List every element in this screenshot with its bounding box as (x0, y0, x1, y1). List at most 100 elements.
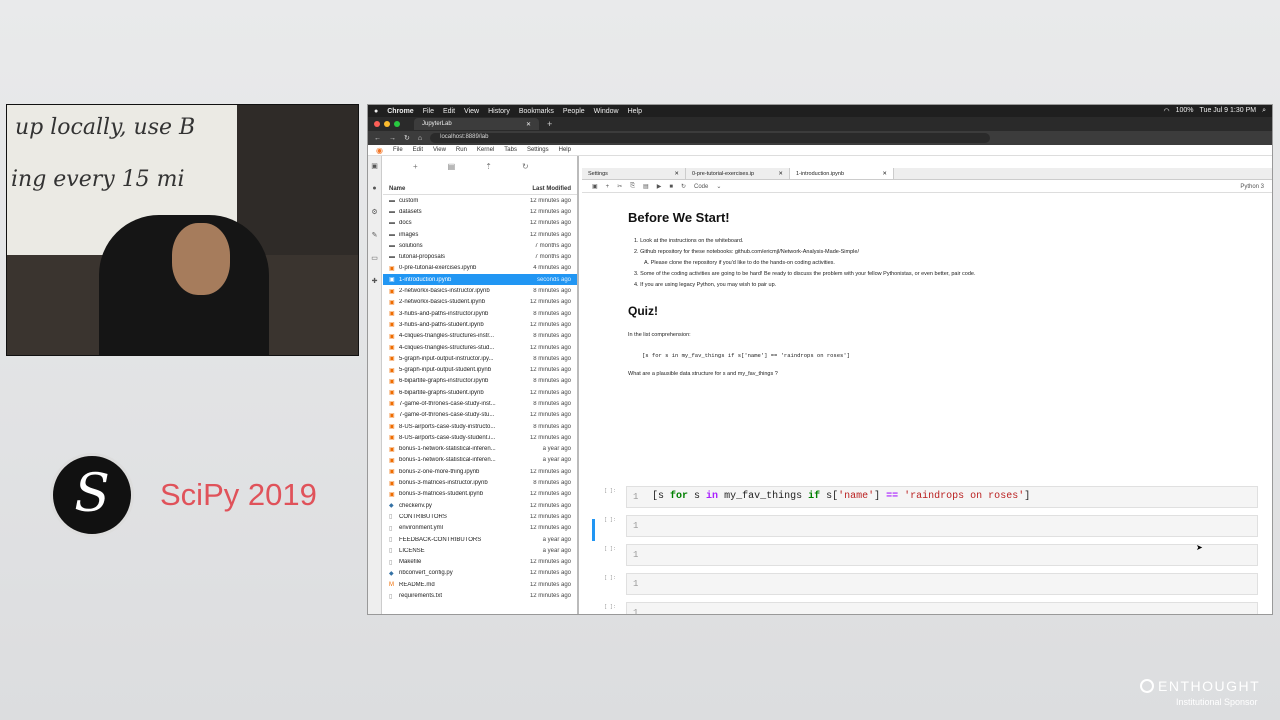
mac-menu-file[interactable]: File (423, 108, 434, 115)
running-icon[interactable]: ● (368, 179, 381, 202)
code-cell[interactable]: 1 (626, 544, 1258, 566)
run-icon[interactable]: ▶ (657, 183, 662, 190)
file-row[interactable]: ▣ bonus-3-matrices-student.ipynb 12 minute… (383, 489, 577, 500)
mac-menu-chrome[interactable]: Chrome (387, 108, 413, 115)
close-tab-icon[interactable]: ✕ (526, 121, 531, 128)
home-icon[interactable]: ⌂ (418, 135, 422, 142)
file-row[interactable]: ▣ 6-bipartite-graphs-instructor.ipynb 8 mi… (383, 376, 577, 387)
notebook-tab[interactable]: 0-pre-tutorial-exercises.ip ✕ (686, 168, 790, 179)
new-launcher-button[interactable]: + (413, 162, 418, 180)
file-row[interactable]: ▣ 5-graph-input-output-instructor.ipy... 8… (383, 353, 577, 364)
file-row[interactable]: M README.md 12 minutes ago (383, 579, 577, 590)
apple-icon[interactable]: ● (374, 108, 378, 115)
modified-column-header[interactable]: Last Modified (532, 186, 571, 194)
file-row[interactable]: ▬ custom 12 minutes ago (383, 195, 577, 206)
jupyter-menu-run[interactable]: Run (456, 147, 467, 153)
stop-icon[interactable]: ■ (669, 184, 673, 190)
new-tab-button[interactable]: + (547, 119, 552, 129)
clock[interactable]: Tue Jul 9 1:30 PM (1200, 107, 1257, 115)
file-row[interactable]: ▣ 7-game-of-thrones-case-study-stu... 12 m… (383, 410, 577, 421)
notebook-tab[interactable]: 1-introduction.ipynb ✕ (790, 168, 894, 179)
zoom-window-button[interactable] (394, 121, 400, 127)
file-row[interactable]: ▬ solutions 7 months ago (383, 240, 577, 251)
restart-icon[interactable]: ↻ (681, 183, 686, 190)
mac-menu-view[interactable]: View (464, 108, 479, 115)
file-row[interactable]: ◆ checkenv.py 12 minutes ago (383, 500, 577, 511)
reload-icon[interactable]: ↻ (404, 134, 410, 142)
file-row[interactable]: ▣ 7-game-of-thrones-case-study-inst... 8 m… (383, 398, 577, 409)
file-row[interactable]: ▯ requirements.txt 12 minutes ago (383, 590, 577, 601)
code-cell[interactable]: 1 (626, 602, 1258, 614)
file-row[interactable]: ▣ 0-pre-tutorial-exercises.ipynb 4 minutes… (383, 263, 577, 274)
extension-icon[interactable]: ✚ (368, 271, 381, 294)
file-row[interactable]: ▬ images 12 minutes ago (383, 229, 577, 240)
close-tab-icon[interactable]: ✕ (882, 171, 887, 177)
battery-level[interactable]: 100% (1176, 107, 1194, 115)
mac-menu-edit[interactable]: Edit (443, 108, 455, 115)
cut-icon[interactable]: ✂ (617, 183, 622, 190)
file-row[interactable]: ▯ Makefile 12 minutes ago (383, 557, 577, 568)
search-icon[interactable]: ⌕ (1262, 107, 1266, 115)
code-cell[interactable]: 1 (626, 573, 1258, 595)
url-input[interactable]: localhost:8889/lab (430, 133, 991, 143)
paste-icon[interactable]: ▤ (643, 183, 649, 190)
mac-menu-window[interactable]: Window (594, 108, 619, 115)
file-row[interactable]: ▣ 3-hubs-and-paths-student.ipynb 12 minute… (383, 319, 577, 330)
file-row[interactable]: ▣ 1-introduction.ipynb seconds ago (383, 274, 577, 286)
file-row[interactable]: ▣ 6-bipartite-graphs-student.ipynb 12 minu… (383, 387, 577, 398)
file-row[interactable]: ▯ environment.yml 12 minutes ago (383, 523, 577, 534)
jupyter-menu-tabs[interactable]: Tabs (504, 147, 517, 153)
code-cell[interactable]: 1 [s for s in my_fav_things if s['name'] … (626, 486, 1258, 508)
mac-menu-help[interactable]: Help (628, 108, 642, 115)
file-row[interactable]: ▣ 2-networkx-basics-instructor.ipynb 8 min… (383, 285, 577, 296)
file-row[interactable]: ▯ LICENSE a year ago (383, 545, 577, 556)
back-icon[interactable]: ← (374, 135, 381, 142)
mac-menu-bookmarks[interactable]: Bookmarks (519, 108, 554, 115)
new-folder-button[interactable]: ▤ (448, 162, 456, 180)
kernel-name[interactable]: Python 3 (1240, 184, 1264, 190)
jupyter-menu-edit[interactable]: Edit (413, 147, 423, 153)
mac-menu-history[interactable]: History (488, 108, 510, 115)
copy-icon[interactable]: ⎘ (630, 183, 635, 190)
insert-cell-icon[interactable]: + (606, 184, 610, 190)
upload-button[interactable]: ⇡ (485, 162, 492, 180)
file-row[interactable]: ▣ 4-cliques-triangles-structures-instr...… (383, 331, 577, 342)
file-row[interactable]: ▯ CONTRIBUTORS 12 minutes ago (383, 511, 577, 522)
close-tab-icon[interactable]: ✕ (778, 171, 783, 177)
minimize-window-button[interactable] (384, 121, 390, 127)
file-row[interactable]: ▣ bonus-1-network-statistical-inferen... a… (383, 444, 577, 455)
file-row[interactable]: ▣ bonus-3-matrices-instructor.ipynb 8 minu… (383, 477, 577, 488)
forward-icon[interactable]: → (389, 135, 396, 142)
close-tab-icon[interactable]: ✕ (674, 171, 679, 177)
close-window-button[interactable] (374, 121, 380, 127)
tabs-icon[interactable]: ▭ (368, 248, 381, 271)
jupyter-menu-kernel[interactable]: Kernel (477, 147, 494, 153)
cell-type-select[interactable]: Code (694, 184, 708, 190)
file-row[interactable]: ▣ 5-graph-input-output-student.ipynb 12 mi… (383, 364, 577, 375)
file-row[interactable]: ▣ 3-hubs-and-paths-instructor.ipynb 8 minu… (383, 308, 577, 319)
jupyter-menu-file[interactable]: File (393, 147, 403, 153)
file-row[interactable]: ▬ datasets 12 minutes ago (383, 206, 577, 217)
file-row[interactable]: ▯ FEEDBACK-CONTRIBUTORS a year ago (383, 534, 577, 545)
file-row[interactable]: ◆ nbconvert_config.py 12 minutes ago (383, 568, 577, 579)
save-icon[interactable]: ▣ (592, 183, 598, 190)
chevron-down-icon[interactable]: ⌄ (716, 183, 721, 190)
name-column-header[interactable]: Name (389, 186, 405, 194)
browser-tab[interactable]: JupyterLab ✕ (414, 118, 539, 130)
file-row[interactable]: ▣ 8-US-airports-case-study-student.i... 12… (383, 432, 577, 443)
jupyter-menu-view[interactable]: View (433, 147, 446, 153)
commands-icon[interactable]: ⚙ (368, 202, 381, 225)
file-row[interactable]: ▣ bonus-2-one-more-thing.ipynb 12 minutes … (383, 466, 577, 477)
file-row[interactable]: ▣ bonus-1-network-statistical-inferen... a… (383, 455, 577, 466)
code-cell[interactable]: 1 (626, 515, 1258, 537)
file-row[interactable]: ▬ tutorial-proposals 7 months ago (383, 251, 577, 262)
folder-icon[interactable]: ▣ (368, 156, 381, 179)
property-inspector-icon[interactable]: ✎ (368, 225, 381, 248)
notebook-tab[interactable]: Settings ✕ (582, 168, 686, 179)
jupyter-menu-settings[interactable]: Settings (527, 147, 549, 153)
refresh-button[interactable]: ↻ (522, 162, 529, 180)
mac-menu-people[interactable]: People (563, 108, 585, 115)
file-row[interactable]: ▣ 4-cliques-triangles-structures-stud... 1… (383, 342, 577, 353)
file-row[interactable]: ▣ 2-networkx-basics-student.ipynb 12 minut… (383, 297, 577, 308)
file-row[interactable]: ▬ docs 12 minutes ago (383, 218, 577, 229)
